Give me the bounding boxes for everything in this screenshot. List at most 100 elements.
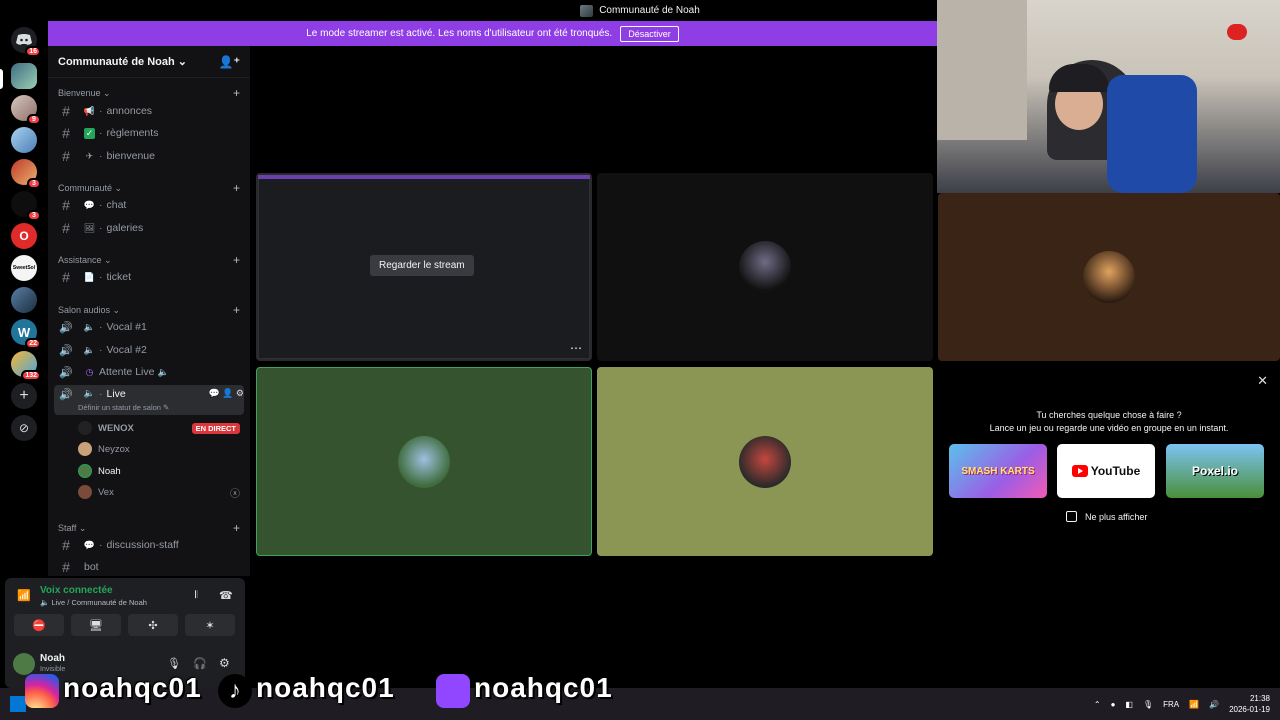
activity-title: Tu cherches quelque chose à faire ?	[1036, 410, 1182, 420]
window-title: Communauté de Noah	[599, 5, 700, 16]
server-icon[interactable]	[11, 287, 37, 313]
windows-start-icon[interactable]	[10, 696, 26, 712]
category-support[interactable]: Assistance ⌄ +	[58, 253, 240, 267]
add-channel-icon[interactable]: +	[233, 86, 240, 100]
checkbox-icon[interactable]	[1066, 511, 1077, 522]
category-label: Bienvenue	[58, 87, 101, 98]
signal-icon[interactable]: 📶	[17, 589, 31, 602]
invite-people-icon[interactable]: 👤⁺	[219, 55, 240, 69]
add-channel-icon[interactable]: +	[233, 303, 240, 317]
headphones-icon[interactable]: 🎧	[193, 657, 207, 670]
voice-channel-path[interactable]: 🔈 Live / Communauté de Noah	[40, 598, 147, 607]
user-name[interactable]: Noah	[40, 653, 65, 664]
category-community[interactable]: Communauté ⌄ +	[58, 181, 240, 195]
channel-bienvenue[interactable]: # ✈ · bienvenue	[58, 146, 240, 166]
watch-stream-button[interactable]: Regarder le stream	[370, 255, 474, 276]
screen-share-button[interactable]: 🖥	[71, 614, 121, 636]
add-channel-icon[interactable]: +	[233, 253, 240, 267]
participant-tile[interactable]	[938, 193, 1280, 361]
participant-tile-speaking[interactable]	[256, 367, 592, 556]
channel-chat[interactable]: # 💬 · chat	[58, 195, 240, 215]
webcam-overlay	[937, 0, 1280, 193]
language-indicator[interactable]: FRA	[1163, 700, 1179, 709]
voice-member[interactable]: WENOX EN DIRECT	[78, 418, 240, 438]
chat-icon[interactable]: 💬	[208, 388, 219, 398]
photo-icon: 🖼	[83, 222, 96, 233]
activity-card-youtube[interactable]: YouTube	[1057, 444, 1155, 498]
category-voice[interactable]: Salon audios ⌄ +	[58, 303, 240, 317]
server-icon[interactable]: 3	[11, 191, 41, 221]
disable-streamer-mode-button[interactable]: Désactiver	[620, 25, 679, 42]
guild-header[interactable]: Communauté de Noah ⌄ 👤⁺	[48, 46, 250, 78]
channel-sidebar: Communauté de Noah ⌄ 👤⁺ Bienvenue ⌄ + # 📢 ·…	[48, 46, 250, 576]
channel-vocal-1[interactable]: 🔊 🔈 · Vocal #1	[58, 317, 240, 337]
clock[interactable]: 21:38 2026-01-19	[1229, 693, 1270, 715]
hash-icon: #	[62, 197, 70, 213]
stream-tile[interactable]: Regarder le stream ⋯	[256, 173, 592, 361]
gear-icon[interactable]: ⚙	[236, 388, 244, 398]
voice-member[interactable]: Neyzox	[78, 439, 240, 459]
server-icon[interactable]: 3	[11, 159, 41, 189]
activities-button[interactable]: ✣	[128, 614, 178, 636]
more-options-icon[interactable]: ⋯	[570, 341, 582, 355]
wifi-icon[interactable]: 📶	[1189, 700, 1199, 709]
add-channel-icon[interactable]: +	[233, 181, 240, 195]
channel-annonces[interactable]: # 📢 · annonces	[58, 101, 240, 121]
volume-icon[interactable]: 🔊	[1209, 700, 1219, 709]
user-avatar[interactable]	[13, 653, 35, 675]
channel-label: Attente Live	[99, 366, 155, 378]
voice-member[interactable]: Noah	[78, 461, 240, 481]
speaker-emoji-icon: 🔈	[157, 366, 169, 377]
voice-member[interactable]: Vex ⓧ	[78, 482, 240, 502]
tray-app-icon[interactable]: ◧	[1125, 700, 1133, 709]
channel-status-prompt[interactable]: Définir un statut de salon ✎	[78, 403, 169, 412]
disconnect-icon[interactable]: ☎	[219, 589, 233, 602]
server-icon[interactable]	[11, 127, 37, 153]
gear-icon[interactable]: ⚙	[219, 656, 230, 670]
microphone-icon[interactable]: 🎙	[167, 657, 181, 670]
speaker-emoji-icon: 🔈	[83, 344, 96, 355]
noise-suppression-icon[interactable]: 𝄃	[195, 590, 197, 601]
server-icon-noah[interactable]	[11, 63, 37, 89]
server-icon-wordpress[interactable]: W 22	[11, 319, 41, 349]
add-channel-icon[interactable]: +	[233, 521, 240, 535]
invite-icon[interactable]: 👤	[222, 388, 233, 398]
channel-label: Vocal #1	[106, 321, 147, 333]
direct-messages-button[interactable]: 16	[11, 27, 41, 57]
dont-show-again-checkbox[interactable]: Ne plus afficher	[1066, 511, 1147, 522]
server-icon-sweetsol[interactable]: SweetSol	[11, 255, 37, 281]
channel-attente-live[interactable]: 🔊 ◷ Attente Live 🔈	[58, 362, 240, 382]
tray-app-icon[interactable]: ●	[1111, 700, 1116, 709]
channel-ticket[interactable]: # 📄 · ticket	[58, 267, 240, 287]
channel-vocal-2[interactable]: 🔊 🔈 · Vocal #2	[58, 340, 240, 360]
add-server-icon[interactable]: +	[11, 383, 37, 409]
hash-icon: #	[62, 269, 70, 285]
activity-card-poxel[interactable]: Poxel.io	[1166, 444, 1264, 498]
youtube-play-icon	[1071, 465, 1088, 477]
discover-icon[interactable]: ⊘	[11, 415, 37, 441]
channel-discussion-staff[interactable]: # 💬 · discussion-staff	[58, 535, 240, 555]
channel-live[interactable]: 🔊 🔈 · Live 💬 👤 ⚙ Définir un statut de sal…	[54, 385, 244, 415]
guild-name: Communauté de Noah	[58, 56, 175, 68]
category-welcome[interactable]: Bienvenue ⌄ +	[58, 86, 240, 100]
voice-status[interactable]: Voix connectée	[40, 585, 113, 596]
chevron-up-icon[interactable]: ⌃	[1094, 700, 1101, 709]
twitch-handle: noahqc01	[474, 672, 613, 703]
live-badge: EN DIRECT	[191, 422, 240, 434]
server-icon[interactable]: O	[11, 223, 37, 249]
channel-bot[interactable]: # bot	[58, 557, 240, 577]
participant-tile[interactable]	[597, 173, 933, 361]
microphone-icon[interactable]: 🎙	[1143, 700, 1153, 709]
category-staff[interactable]: Staff ⌄ +	[58, 521, 240, 535]
channel-galeries[interactable]: # 🖼 · galeries	[58, 218, 240, 238]
camera-off-button[interactable]: ⛔	[14, 614, 64, 636]
server-icon[interactable]: 9	[11, 95, 41, 125]
activity-card-smash-karts[interactable]: SMASH KARTS	[949, 444, 1047, 498]
server-icon[interactable]: 132	[11, 351, 41, 381]
close-icon[interactable]: ✕	[1257, 373, 1268, 389]
participant-tile[interactable]	[597, 367, 933, 556]
member-name: Neyzox	[98, 443, 130, 455]
soundboard-button[interactable]: ✶	[185, 614, 235, 636]
channel-reglements[interactable]: # ✓ · règlements	[58, 123, 240, 143]
document-icon: 📄	[83, 271, 96, 282]
